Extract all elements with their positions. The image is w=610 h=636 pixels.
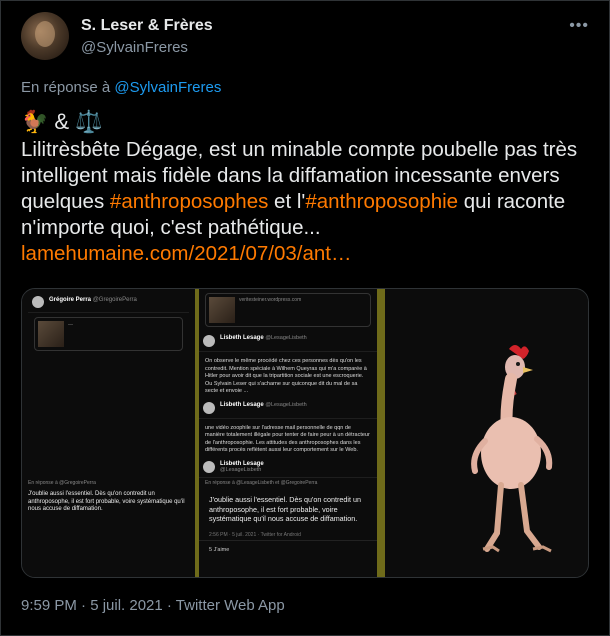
left-quote: J'oublie aussi l'essentiel. Dès qu'on co… [28,491,185,512]
author-display-name[interactable]: S. Leser & Frères [81,17,213,35]
hashtag-anthroposophie[interactable]: #anthroposophie [305,190,458,213]
tweet-media[interactable]: Grégoire Perra @GregoirePerra — En répon… [21,288,589,578]
mid-tweet1: On observe le même procédé chez ces pers… [205,358,367,394]
mid-quote: J'oublie aussi l'essentiel. Dès qu'on co… [209,495,361,523]
mini-avatar [203,460,215,473]
emoji-line: 🐓 & ⚖️ [21,109,103,135]
mid-meta: 2:56 PM · 5 juil. 2021 · Twitter for And… [209,531,301,538]
author-names: S. Leser & Frères @SylvainFreres [81,17,213,56]
naked-chicken-illustration [471,345,553,553]
tweet-text: Lilitrèsbête Dégage, est un minable comp… [21,137,596,267]
left-reply-line: En réponse à @GregoirePerra [28,480,96,486]
tweet-link[interactable]: lamehumaine.com/2021/07/03/ant… [21,242,351,265]
left-author-name: Grégoire Perra [49,297,92,303]
media-screenshot-left[interactable]: Grégoire Perra @GregoirePerra — En répon… [22,289,199,577]
reply-to-line: En réponse à @SylvainFreres [21,79,221,96]
reply-to-mention[interactable]: @SylvainFreres [114,79,221,96]
left-author-handle: @GregoirePerra [92,297,137,303]
scales-emoji: ⚖️ [75,109,103,134]
mid-reply-line: En réponse à @LesageLisbeth et @Gregoire… [205,479,318,486]
mid-site: veritesteiner.wordpress.com [239,297,302,303]
mid-tweet2: une vidéo zoophile sur l'adresse mail pe… [205,424,370,454]
tweet-text-part2: et l' [268,190,306,213]
mini-avatar [32,296,44,308]
tweet-timestamp[interactable]: 9:59 PM · 5 juil. 2021 · Twitter Web App [21,597,285,614]
tweet-container: S. Leser & Frères @SylvainFreres ••• En … [0,0,610,636]
reply-to-prefix: En réponse à [21,79,115,96]
mid-author-handle-3: @LesageLisbeth [220,466,262,473]
hashtag-anthroposophes[interactable]: #anthroposophes [110,190,268,213]
mid-site-card: veritesteiner.wordpress.com [205,293,371,327]
tweet-header: S. Leser & Frères @SylvainFreres ••• [21,11,595,61]
mini-avatar [203,335,215,347]
rooster-emoji: 🐓 [21,109,49,134]
mid-likes: 5 J'aime [199,539,377,559]
author-avatar[interactable] [21,12,69,60]
mid-author-2: Lisbeth Lesage [220,401,264,408]
ampersand: & [54,109,70,134]
more-horizontal-icon[interactable]: ••• [569,17,589,35]
mini-avatar [203,401,215,414]
mid-author: Lisbeth Lesage [220,335,264,341]
media-screenshot-middle[interactable]: veritesteiner.wordpress.com Lisbeth Lesa… [199,289,385,577]
mid-author-handle-2: @LesageLisbeth [265,401,307,408]
media-image-chicken[interactable] [385,289,588,577]
author-handle[interactable]: @SylvainFreres [81,39,213,56]
mid-author-handle: @LesageLisbeth [265,335,307,341]
mini-link-card: — [34,317,183,351]
